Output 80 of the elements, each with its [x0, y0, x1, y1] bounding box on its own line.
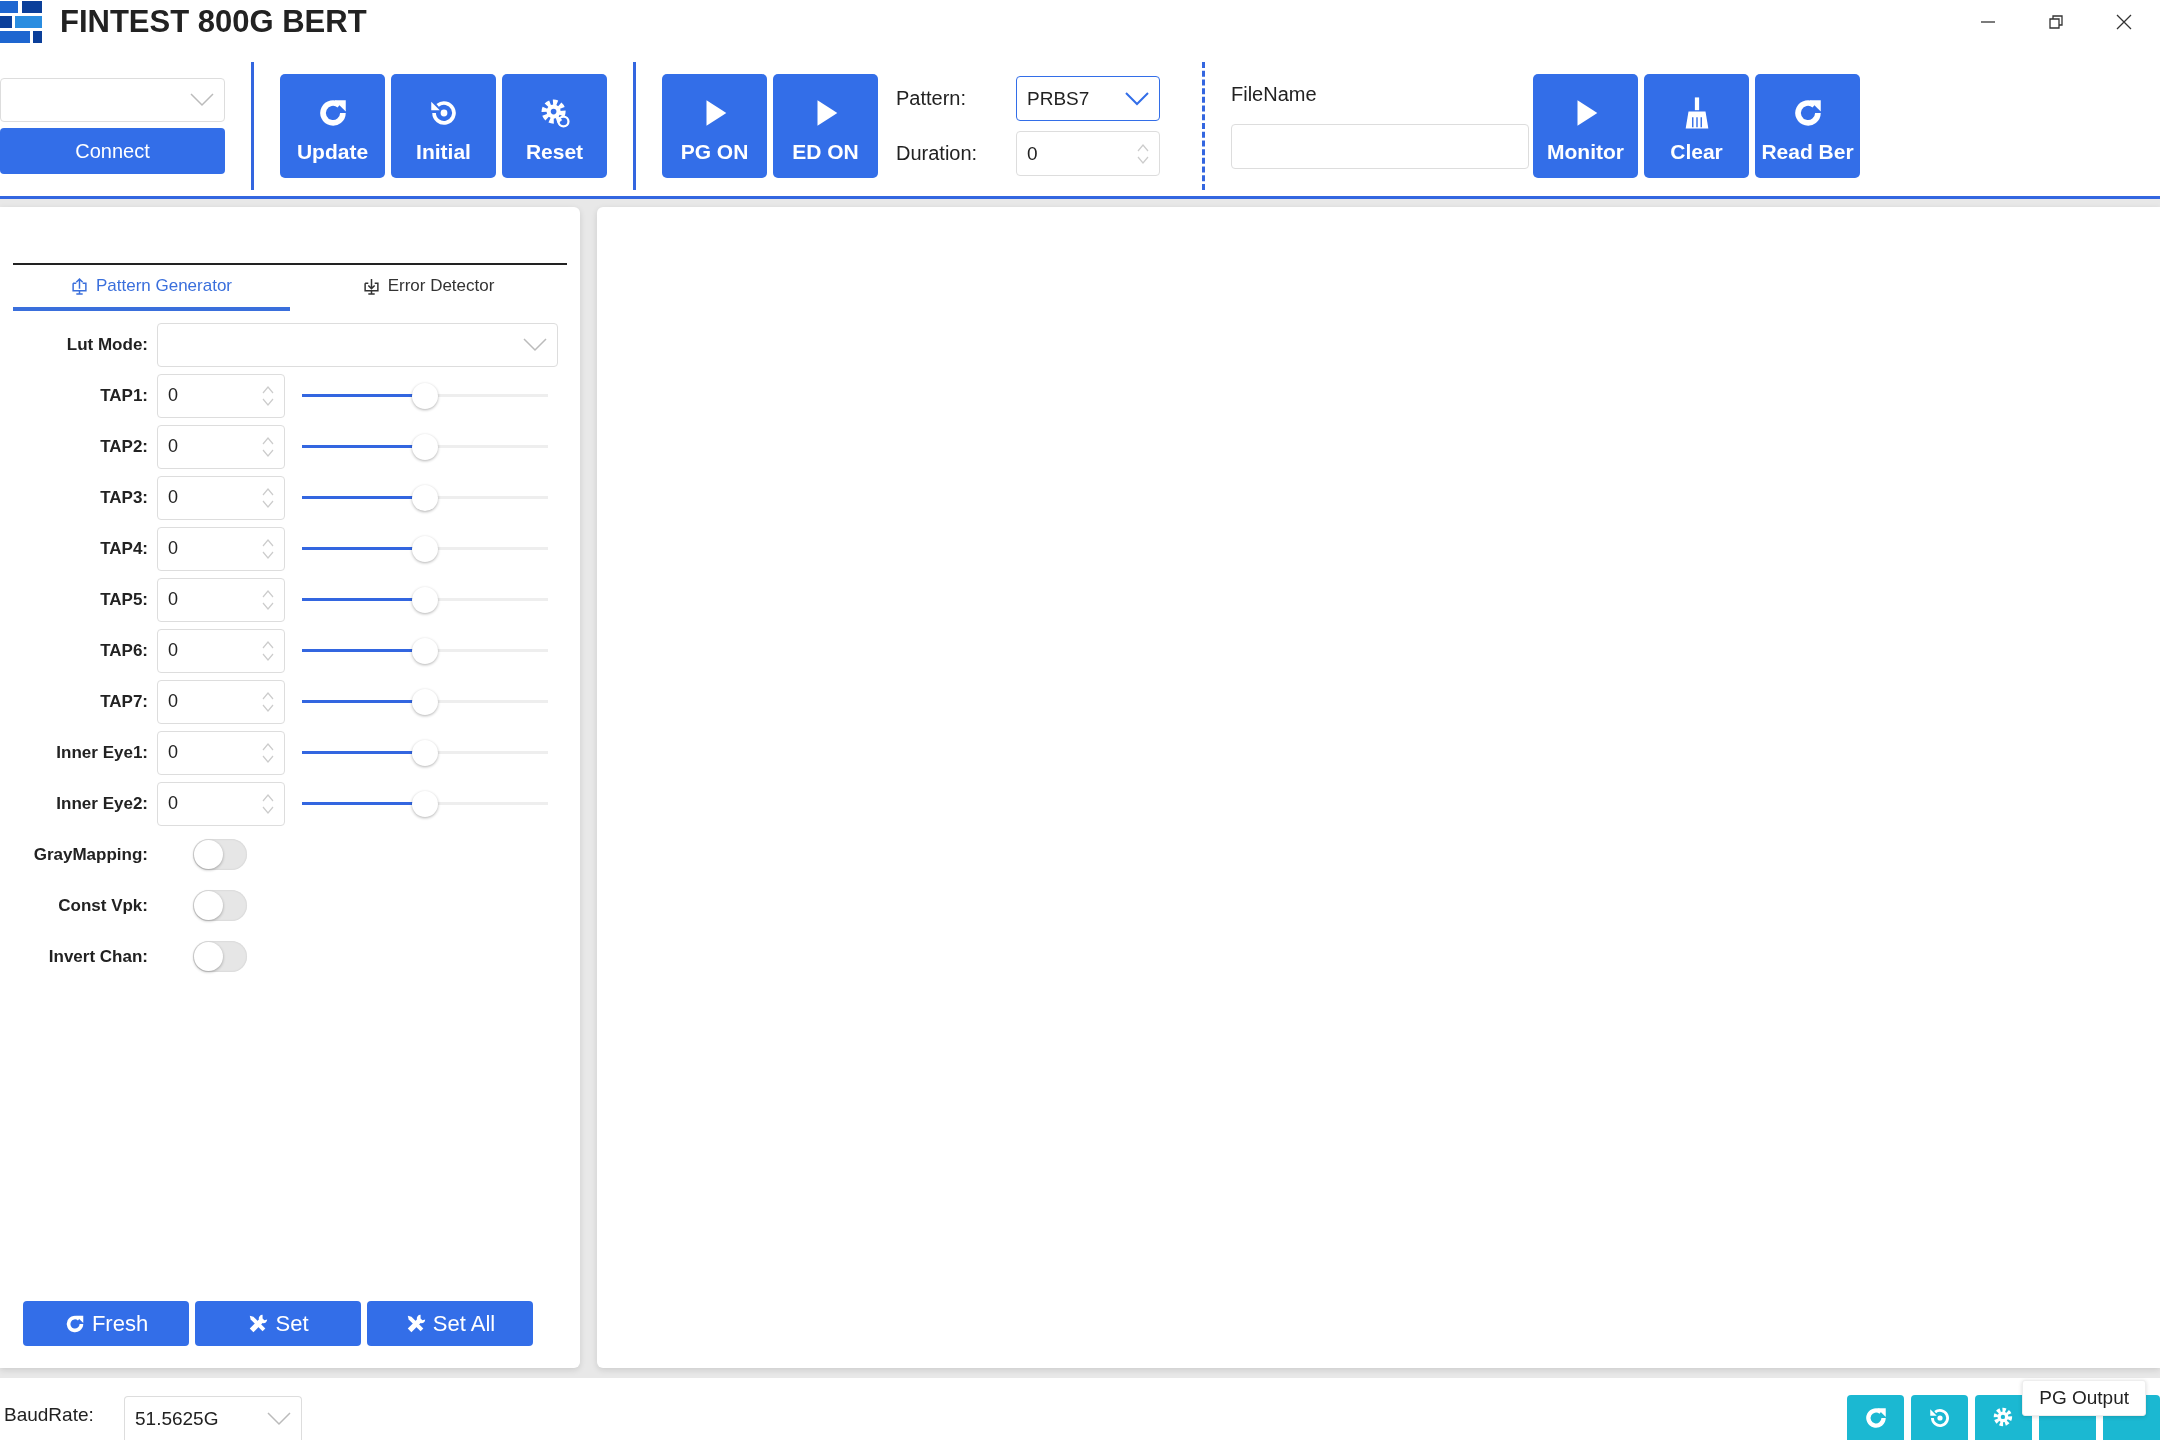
chevron-down-icon: [523, 337, 547, 352]
tab[interactable]: Error Detector: [290, 265, 567, 311]
chevron-down-icon: [267, 1411, 291, 1426]
toolbar-button[interactable]: Reset: [502, 74, 607, 178]
toolbar-button[interactable]: Read Ber: [1755, 74, 1860, 178]
field-label: TAP4:: [99, 538, 148, 559]
slider-thumb[interactable]: [412, 637, 438, 664]
number-input[interactable]: 0: [157, 628, 285, 673]
spinner-icon: [262, 741, 274, 764]
close-icon[interactable]: [2114, 12, 2134, 32]
window-title: FINTEST 800G BERT: [60, 4, 367, 40]
field-label: TAP5:: [99, 589, 148, 610]
tools-icon: [247, 1312, 270, 1335]
slider-thumb[interactable]: [412, 586, 438, 613]
filename-input[interactable]: [1231, 124, 1529, 169]
chevron-down-icon: [1125, 91, 1149, 106]
spinner-icon: [262, 588, 274, 611]
spinner-icon: [262, 435, 274, 458]
slider-thumb[interactable]: [412, 382, 438, 409]
connect-button[interactable]: Connect: [0, 128, 225, 174]
number-input[interactable]: 0: [157, 577, 285, 622]
slider-thumb[interactable]: [412, 433, 438, 460]
spinner-icon: [262, 384, 274, 407]
field-label: TAP3:: [99, 487, 148, 508]
panel-button[interactable]: Set: [195, 1301, 361, 1346]
field-label: TAP7:: [99, 691, 148, 712]
number-input[interactable]: 0: [157, 526, 285, 571]
chevron-down-icon: [190, 93, 214, 107]
slider-thumb[interactable]: [412, 535, 438, 562]
tab[interactable]: Pattern Generator: [13, 265, 290, 311]
filename-label: FileName: [1231, 83, 1318, 106]
spinner-icon: [262, 486, 274, 509]
restore-icon[interactable]: [2046, 12, 2066, 32]
field-label: Invert Chan:: [47, 946, 148, 967]
field-label: TAP6:: [99, 640, 148, 661]
number-input[interactable]: 0: [157, 781, 285, 826]
field-label: GrayMapping:: [32, 844, 148, 865]
app-logo-icon: [0, 1, 42, 43]
monitor-download-icon: [362, 277, 380, 295]
monitor-upload-icon: [70, 277, 88, 295]
slider-thumb[interactable]: [412, 688, 438, 715]
toggle-switch[interactable]: [193, 890, 247, 921]
number-input[interactable]: 0: [157, 424, 285, 469]
panel-button[interactable]: Fresh: [23, 1301, 189, 1346]
field-label: TAP2:: [99, 436, 148, 457]
slider-thumb[interactable]: [412, 739, 438, 766]
baud-rate-label: BaudRate:: [4, 1404, 95, 1426]
field-label: Const Vpk:: [57, 895, 148, 916]
toolbar-button[interactable]: Clear: [1644, 74, 1749, 178]
toggle-switch[interactable]: [193, 941, 247, 972]
field-label: Inner Eye1:: [55, 742, 148, 763]
baud-rate-select[interactable]: 51.5625G: [124, 1396, 302, 1440]
toggle-switch[interactable]: [193, 839, 247, 870]
field-label: TAP1:: [99, 385, 148, 406]
slider-thumb[interactable]: [412, 790, 438, 817]
toolbar-button[interactable]: Monitor: [1533, 74, 1638, 178]
number-input[interactable]: 0: [157, 679, 285, 724]
spinner-icon: [262, 690, 274, 713]
toolbar-button[interactable]: PG ON: [662, 74, 767, 178]
slider-thumb[interactable]: [412, 484, 438, 511]
number-input[interactable]: 0: [157, 475, 285, 520]
number-input[interactable]: 0: [157, 730, 285, 775]
panel-button[interactable]: Set All: [367, 1301, 533, 1346]
toolbar-button[interactable]: Update: [280, 74, 385, 178]
tooltip: PG Output: [2022, 1380, 2146, 1416]
number-input[interactable]: 0: [157, 373, 285, 418]
device-select[interactable]: [0, 78, 225, 122]
field-label: Lut Mode:: [65, 334, 148, 355]
lut-mode-select[interactable]: [157, 322, 558, 367]
field-label: Inner Eye2:: [55, 793, 148, 814]
toolbar-button[interactable]: Initial: [391, 74, 496, 178]
spinner-icon: [262, 792, 274, 815]
duration-label: Duration:: [896, 142, 979, 165]
pattern-label: Pattern:: [896, 87, 968, 110]
spinner-icon: [262, 537, 274, 560]
spinner-icon: [1137, 142, 1149, 165]
duration-input[interactable]: 0: [1016, 131, 1160, 176]
spinner-icon: [262, 639, 274, 662]
toolbar-button[interactable]: ED ON: [773, 74, 878, 178]
pattern-select[interactable]: PRBS7: [1016, 76, 1160, 121]
